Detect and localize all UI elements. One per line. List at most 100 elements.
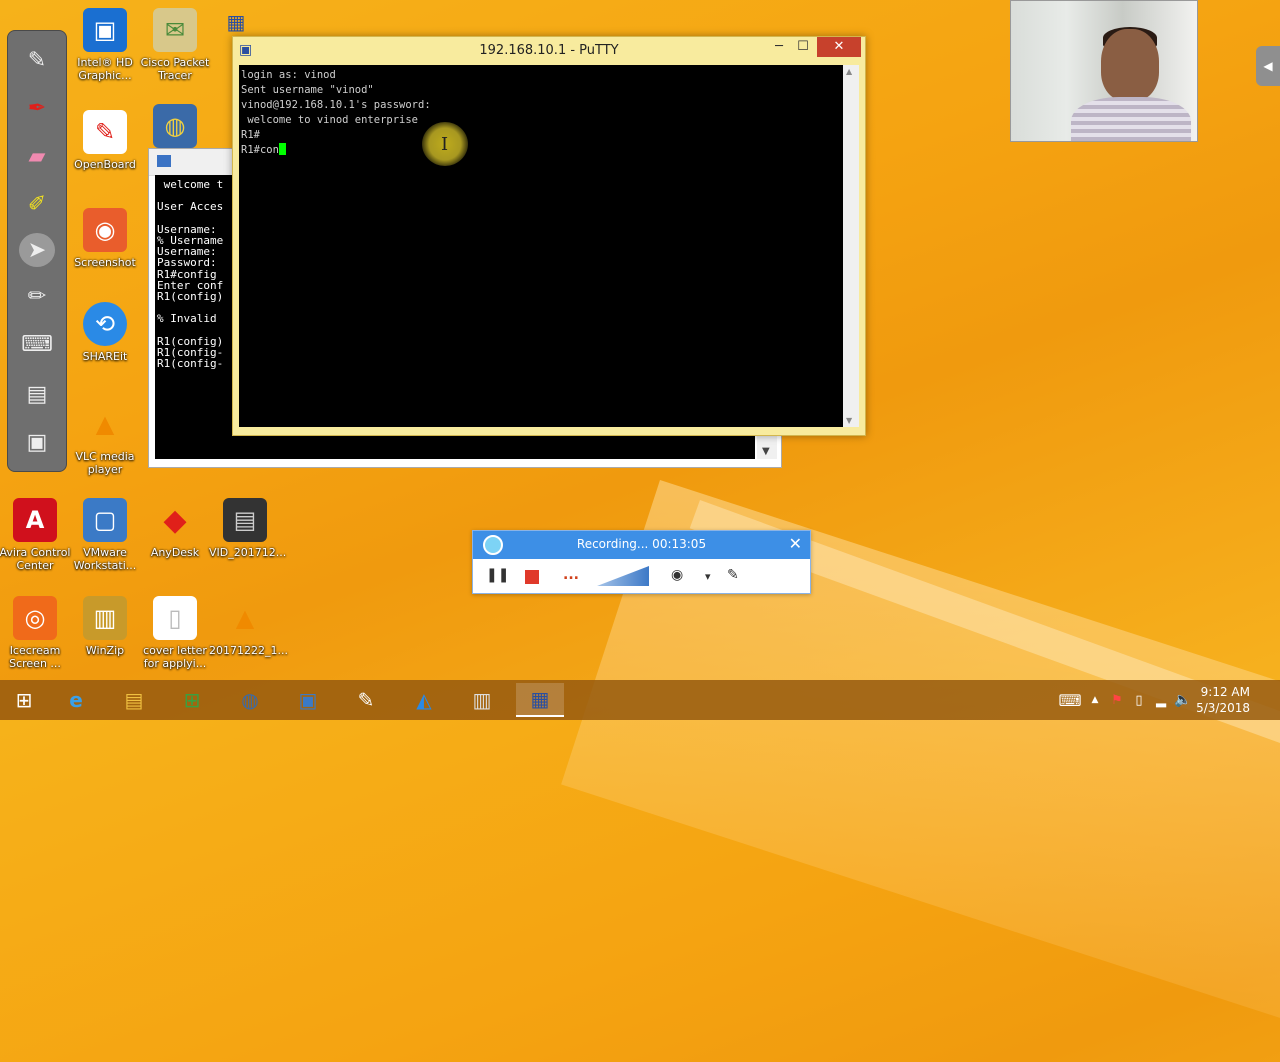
notepad-icon[interactable]: ✎: [17, 43, 57, 77]
desktop-icon-intel-graphics[interactable]: ▣ Intel® HD Graphic...: [69, 8, 141, 82]
screen-recorder-panel[interactable]: Recording... 00:13:05 ✕ ❚❚ ... ◉ ▾ ✎: [472, 530, 811, 594]
desktop-icon-icecream[interactable]: ◎ Icecream Screen ...: [0, 596, 71, 670]
vlc-icon: ▲: [95, 409, 115, 438]
scroll-down-icon[interactable]: ▼: [846, 416, 852, 425]
desktop-icon-label: Screenshot: [74, 256, 136, 269]
putty-titlebar[interactable]: ▣ 192.168.10.1 - PuTTY ─ ☐ ✕: [233, 37, 865, 65]
stop-button[interactable]: [525, 570, 539, 584]
recorder-close-button[interactable]: ✕: [789, 534, 802, 553]
recording-status: Recording... 00:13:05: [576, 537, 707, 551]
desktop-icon-vlc[interactable]: ▲ VLC media player: [69, 402, 141, 477]
desktop-icon-winzip[interactable]: ▥ WinZip: [69, 596, 141, 657]
wireshark-taskbar-icon[interactable]: ◭: [400, 683, 448, 717]
clock-date: 5/3/2018: [1196, 701, 1250, 715]
action-center-icon[interactable]: ⚑: [1106, 693, 1128, 708]
internet-explorer-icon[interactable]: e: [52, 683, 100, 717]
shareit-icon: ⟲: [83, 302, 127, 346]
icecream-recorder-icon: ◎: [13, 596, 57, 640]
desktop-icon-label: AnyDesk: [150, 546, 200, 559]
terminal-line: R1#: [241, 129, 260, 141]
desktop-icon-avira[interactable]: A Avira Control Center: [0, 498, 71, 572]
desktop-icon-video-2017[interactable]: ▲ 20171222_1...: [209, 596, 288, 658]
screen-capture-tool-icon[interactable]: ▤: [17, 377, 57, 411]
desktop-icon-shareit[interactable]: ⟲ SHAREit: [69, 302, 141, 363]
highlighter-tool-icon[interactable]: ✐: [17, 187, 57, 221]
vmware-icon: ▢: [83, 498, 127, 542]
terminal-app-icon: [157, 155, 171, 167]
desktop-icon-vmware[interactable]: ▢ VMware Workstati...: [69, 498, 141, 572]
network-icon: ▦: [226, 9, 246, 34]
tray-expand-icon[interactable]: ▲: [1084, 695, 1106, 705]
desktop-icon-label: VID_201712...: [209, 546, 287, 559]
scroll-down-icon[interactable]: ▼: [762, 446, 770, 457]
putty-window[interactable]: ▣ 192.168.10.1 - PuTTY ─ ☐ ✕ login as: v…: [232, 36, 866, 436]
webcam-overlay: [1010, 0, 1198, 142]
file-explorer-icon[interactable]: ▤: [110, 683, 158, 717]
avira-icon: A: [13, 498, 57, 542]
putty-current-line: R1#con: [241, 144, 279, 156]
desktop-icon-label: Cisco Packet Tracer: [140, 56, 210, 82]
desktop-icon-video-file[interactable]: ▤ VID_201712...: [209, 498, 287, 559]
volume-icon[interactable]: 🔈: [1172, 692, 1194, 708]
desktop-icon-cisco-packet-tracer[interactable]: ✉ Cisco Packet Tracer: [139, 8, 211, 82]
draw-pen-button[interactable]: ✎: [727, 567, 739, 587]
terminal-cursor: [278, 143, 286, 155]
terminal-line: Sent username "vinod": [241, 84, 374, 96]
webcam-person-shirt: [1071, 97, 1191, 141]
desktop-icon-label: WinZip: [85, 644, 125, 657]
desktop-icon-python[interactable]: ◍: [139, 104, 211, 152]
anydesk-icon: ◆: [163, 502, 187, 538]
desktop-icon-anydesk[interactable]: ◆ AnyDesk: [139, 498, 211, 559]
scroll-up-icon[interactable]: ▲: [846, 67, 852, 76]
close-button[interactable]: ✕: [817, 37, 861, 57]
keyboard-tool-icon[interactable]: ⌨: [17, 327, 57, 361]
python-taskbar-icon[interactable]: ◍: [226, 683, 274, 717]
recorder-header: Recording... 00:13:05 ✕: [473, 531, 810, 559]
desktop-icon-openboard[interactable]: ✎ OpenBoard: [69, 110, 141, 171]
putty-terminal-output: login as: vinod Sent username "vinod" vino…: [241, 68, 843, 143]
board-tool-icon[interactable]: ▣: [17, 425, 57, 459]
taskbar: ⊞ e ▤ ⊞ ◍ ▣ ✎ ◭ ▥ ▦ ⌨ ▲ ⚑ ▯ ▂ 🔈 9:12 AM …: [0, 680, 1280, 720]
terminal-line: vinod@192.168.10.1's password:: [241, 99, 431, 111]
maximize-button[interactable]: ☐: [789, 37, 817, 57]
pointer-tool-icon[interactable]: ➤: [19, 233, 55, 267]
terminal-line: welcome to vinod enterprise: [241, 114, 419, 126]
annotation-toolbar: ✎ ✒ ▰ ✐ ➤ ✏ ⌨ ▤ ▣: [7, 30, 67, 472]
desktop-icon-label: Avira Control Center: [0, 546, 71, 572]
putty-taskbar-icon[interactable]: ▦: [516, 683, 564, 717]
screenshot-icon: ◉: [83, 208, 127, 252]
desktop-icon-label: cover letter for applyi...: [143, 644, 207, 670]
pen-tool-icon[interactable]: ✒: [17, 91, 57, 125]
vmware-taskbar-icon[interactable]: ▣: [284, 683, 332, 717]
video-file-icon: ▤: [223, 498, 267, 542]
webcam-toggle-button[interactable]: ◉: [671, 567, 683, 587]
desktop-icon-label: VMware Workstati...: [73, 546, 137, 572]
system-clock[interactable]: 9:12 AM 5/3/2018: [1196, 684, 1250, 716]
laser-pen-tool-icon[interactable]: ✏: [17, 279, 57, 313]
webcam-person-face: [1101, 29, 1159, 101]
eraser-tool-icon[interactable]: ▰: [17, 139, 57, 173]
putty-terminal[interactable]: login as: vinod Sent username "vinod" vino…: [239, 65, 843, 427]
more-options-button[interactable]: ...: [563, 567, 579, 587]
desktop-icon-screenshot[interactable]: ◉ Screenshot: [69, 208, 141, 269]
desktop-icon-label: Intel® HD Graphic...: [77, 56, 133, 82]
battery-icon[interactable]: ▯: [1128, 693, 1150, 708]
webcam-dropdown-icon[interactable]: ▾: [705, 570, 711, 590]
terminal-line: login as: vinod: [241, 69, 336, 81]
packet-tracer-icon: ✉: [153, 8, 197, 52]
pause-button[interactable]: ❚❚: [486, 567, 509, 587]
system-tray: ⌨ ▲ ⚑ ▯ ▂ 🔈: [1056, 680, 1194, 720]
clock-time: 9:12 AM: [1200, 685, 1250, 699]
desktop-icon-label: OpenBoard: [74, 158, 136, 171]
command-prompt-taskbar-icon[interactable]: ▥: [458, 683, 506, 717]
store-icon[interactable]: ⊞: [168, 683, 216, 717]
volume-slider[interactable]: [597, 566, 649, 586]
vlc-file-icon: ▲: [235, 603, 255, 632]
windows-start-icon[interactable]: ⊞: [0, 683, 48, 717]
openboard-taskbar-icon[interactable]: ✎: [342, 683, 390, 717]
side-panel-toggle-icon[interactable]: ◀: [1256, 46, 1280, 86]
network-status-icon[interactable]: ▂: [1150, 693, 1172, 708]
desktop-icon-cover-letter[interactable]: ▯ cover letter for applyi...: [139, 596, 211, 670]
keyboard-tray-icon[interactable]: ⌨: [1056, 691, 1084, 710]
putty-scrollbar[interactable]: ▲ ▼: [843, 65, 859, 427]
